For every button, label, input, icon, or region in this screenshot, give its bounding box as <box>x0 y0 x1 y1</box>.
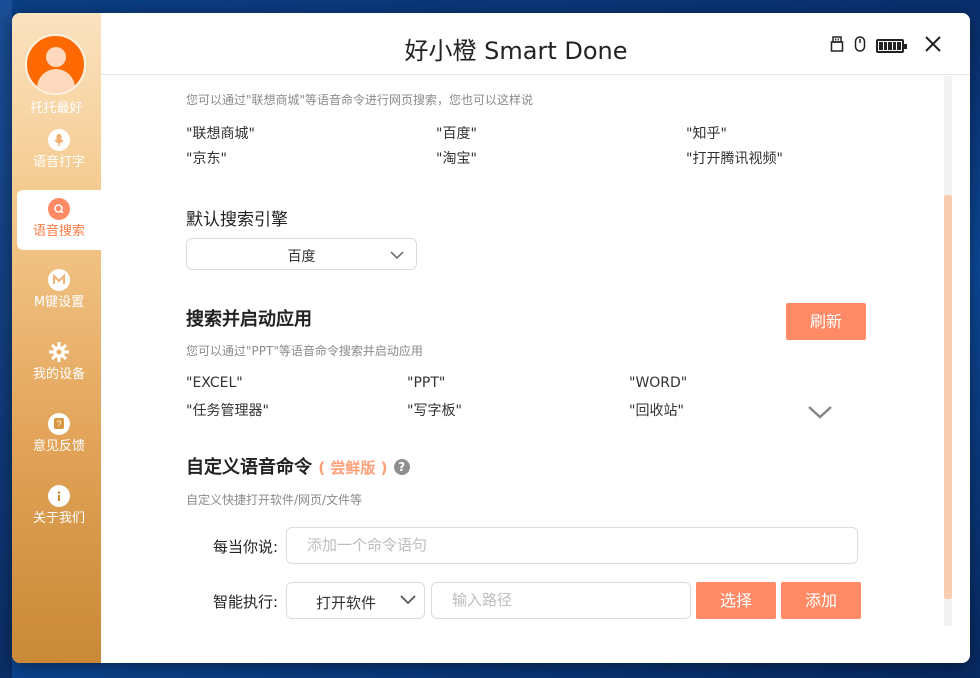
sidebar-item-m-key[interactable]: M键设置 <box>17 261 101 321</box>
refresh-button[interactable]: 刷新 <box>786 303 866 340</box>
mic-icon <box>48 129 70 151</box>
apps-section-title: 搜索并启动应用 <box>186 309 312 330</box>
sidebar-item-label: 关于我们 <box>32 511 85 526</box>
sidebar-item-label: 意见反馈 <box>32 439 85 454</box>
custom-section-title: 自定义语音命令 ( 尝鲜版 ) ? <box>186 453 410 479</box>
avatar-head <box>46 47 66 67</box>
main-content: 您可以通过"联想商城"等语音命令进行网页搜索，您也可以这样说 "联想商城" "百… <box>101 75 956 663</box>
search-engine-value: 百度 <box>287 249 316 265</box>
app-example-3: "WORD" <box>629 375 688 391</box>
web-example-4: "京东" <box>186 151 227 167</box>
chevron-down-icon[interactable] <box>807 404 833 424</box>
sidebar-item-voice-typing[interactable]: 语音打字 <box>17 121 101 181</box>
execute-type-value: 打开软件 <box>315 594 376 612</box>
web-example-6: "打开腾讯视频" <box>686 151 783 167</box>
battery-icon <box>876 39 907 53</box>
web-example-2: "百度" <box>436 126 477 142</box>
app-title: 好小橙 Smart Done <box>404 37 628 65</box>
username: 托托最好 <box>30 101 83 116</box>
svg-text:?: ? <box>56 419 61 429</box>
feedback-icon: ? <box>48 413 70 435</box>
app-example-6: "回收站" <box>629 403 684 419</box>
sidebar-item-feedback[interactable]: ? 意见反馈 <box>17 405 101 465</box>
sidebar-item-label: 我的设备 <box>32 367 85 382</box>
help-icon[interactable]: ? <box>393 459 410 475</box>
web-example-5: "淘宝" <box>436 151 477 167</box>
add-button[interactable]: 添加 <box>781 582 861 619</box>
custom-title-text: 自定义语音命令 <box>186 457 312 478</box>
sidebar-item-label: M键设置 <box>33 295 85 310</box>
execute-type-select[interactable]: 打开软件 <box>286 582 425 619</box>
avatar-body <box>37 69 75 93</box>
gear-icon <box>48 341 70 363</box>
sidebar-item-voice-search[interactable]: 语音搜索 <box>17 190 101 250</box>
sidebar-item-label: 语音打字 <box>32 155 85 170</box>
avatar[interactable] <box>25 34 86 95</box>
web-search-description: 您可以通过"联想商城"等语音命令进行网页搜索，您也可以这样说 <box>186 93 534 107</box>
sidebar-item-about[interactable]: 关于我们 <box>17 477 101 537</box>
sidebar: 托托最好 语音打字 语音搜索 M键设置 我的设备 ? 意见反馈 关于我们 <box>12 13 101 663</box>
web-example-3: "知乎" <box>686 126 727 142</box>
custom-description: 自定义快捷打开软件/网页/文件等 <box>186 493 363 507</box>
command-phrase-input[interactable]: 添加一个命令语句 <box>286 527 858 564</box>
app-example-2: "PPT" <box>407 375 446 391</box>
mouse-icon[interactable] <box>854 36 866 56</box>
engine-label: 默认搜索引擎 <box>186 210 288 230</box>
choose-button[interactable]: 选择 <box>696 582 776 619</box>
smart-execute-label: 智能执行: <box>213 593 279 611</box>
app-example-5: "写字板" <box>407 403 462 419</box>
web-example-1: "联想商城" <box>186 126 255 142</box>
search-engine-select[interactable]: 百度 <box>186 238 417 270</box>
when-you-say-label: 每当你说: <box>213 538 279 556</box>
path-input[interactable]: 输入路径 <box>431 582 691 619</box>
app-example-4: "任务管理器" <box>186 403 269 419</box>
m-key-icon <box>48 269 70 291</box>
sidebar-item-label: 语音搜索 <box>32 224 85 239</box>
close-icon[interactable] <box>924 35 942 57</box>
title-bar-icons <box>830 35 942 57</box>
apps-description: 您可以通过"PPT"等语音命令搜索并启动应用 <box>186 344 423 358</box>
usb-icon[interactable] <box>830 36 844 56</box>
info-icon <box>48 485 70 507</box>
app-example-1: "EXCEL" <box>186 375 243 391</box>
sidebar-item-my-device[interactable]: 我的设备 <box>17 333 101 393</box>
desktop-background <box>0 0 12 678</box>
chevron-down-icon <box>390 248 404 264</box>
app-window: 托托最好 语音打字 语音搜索 M键设置 我的设备 ? 意见反馈 关于我们 好小橙… <box>12 13 970 663</box>
chevron-down-icon <box>400 594 416 610</box>
title-bar: 好小橙 Smart Done <box>101 13 970 75</box>
trial-badge: ( 尝鲜版 ) <box>318 459 388 477</box>
search-icon <box>48 198 70 220</box>
